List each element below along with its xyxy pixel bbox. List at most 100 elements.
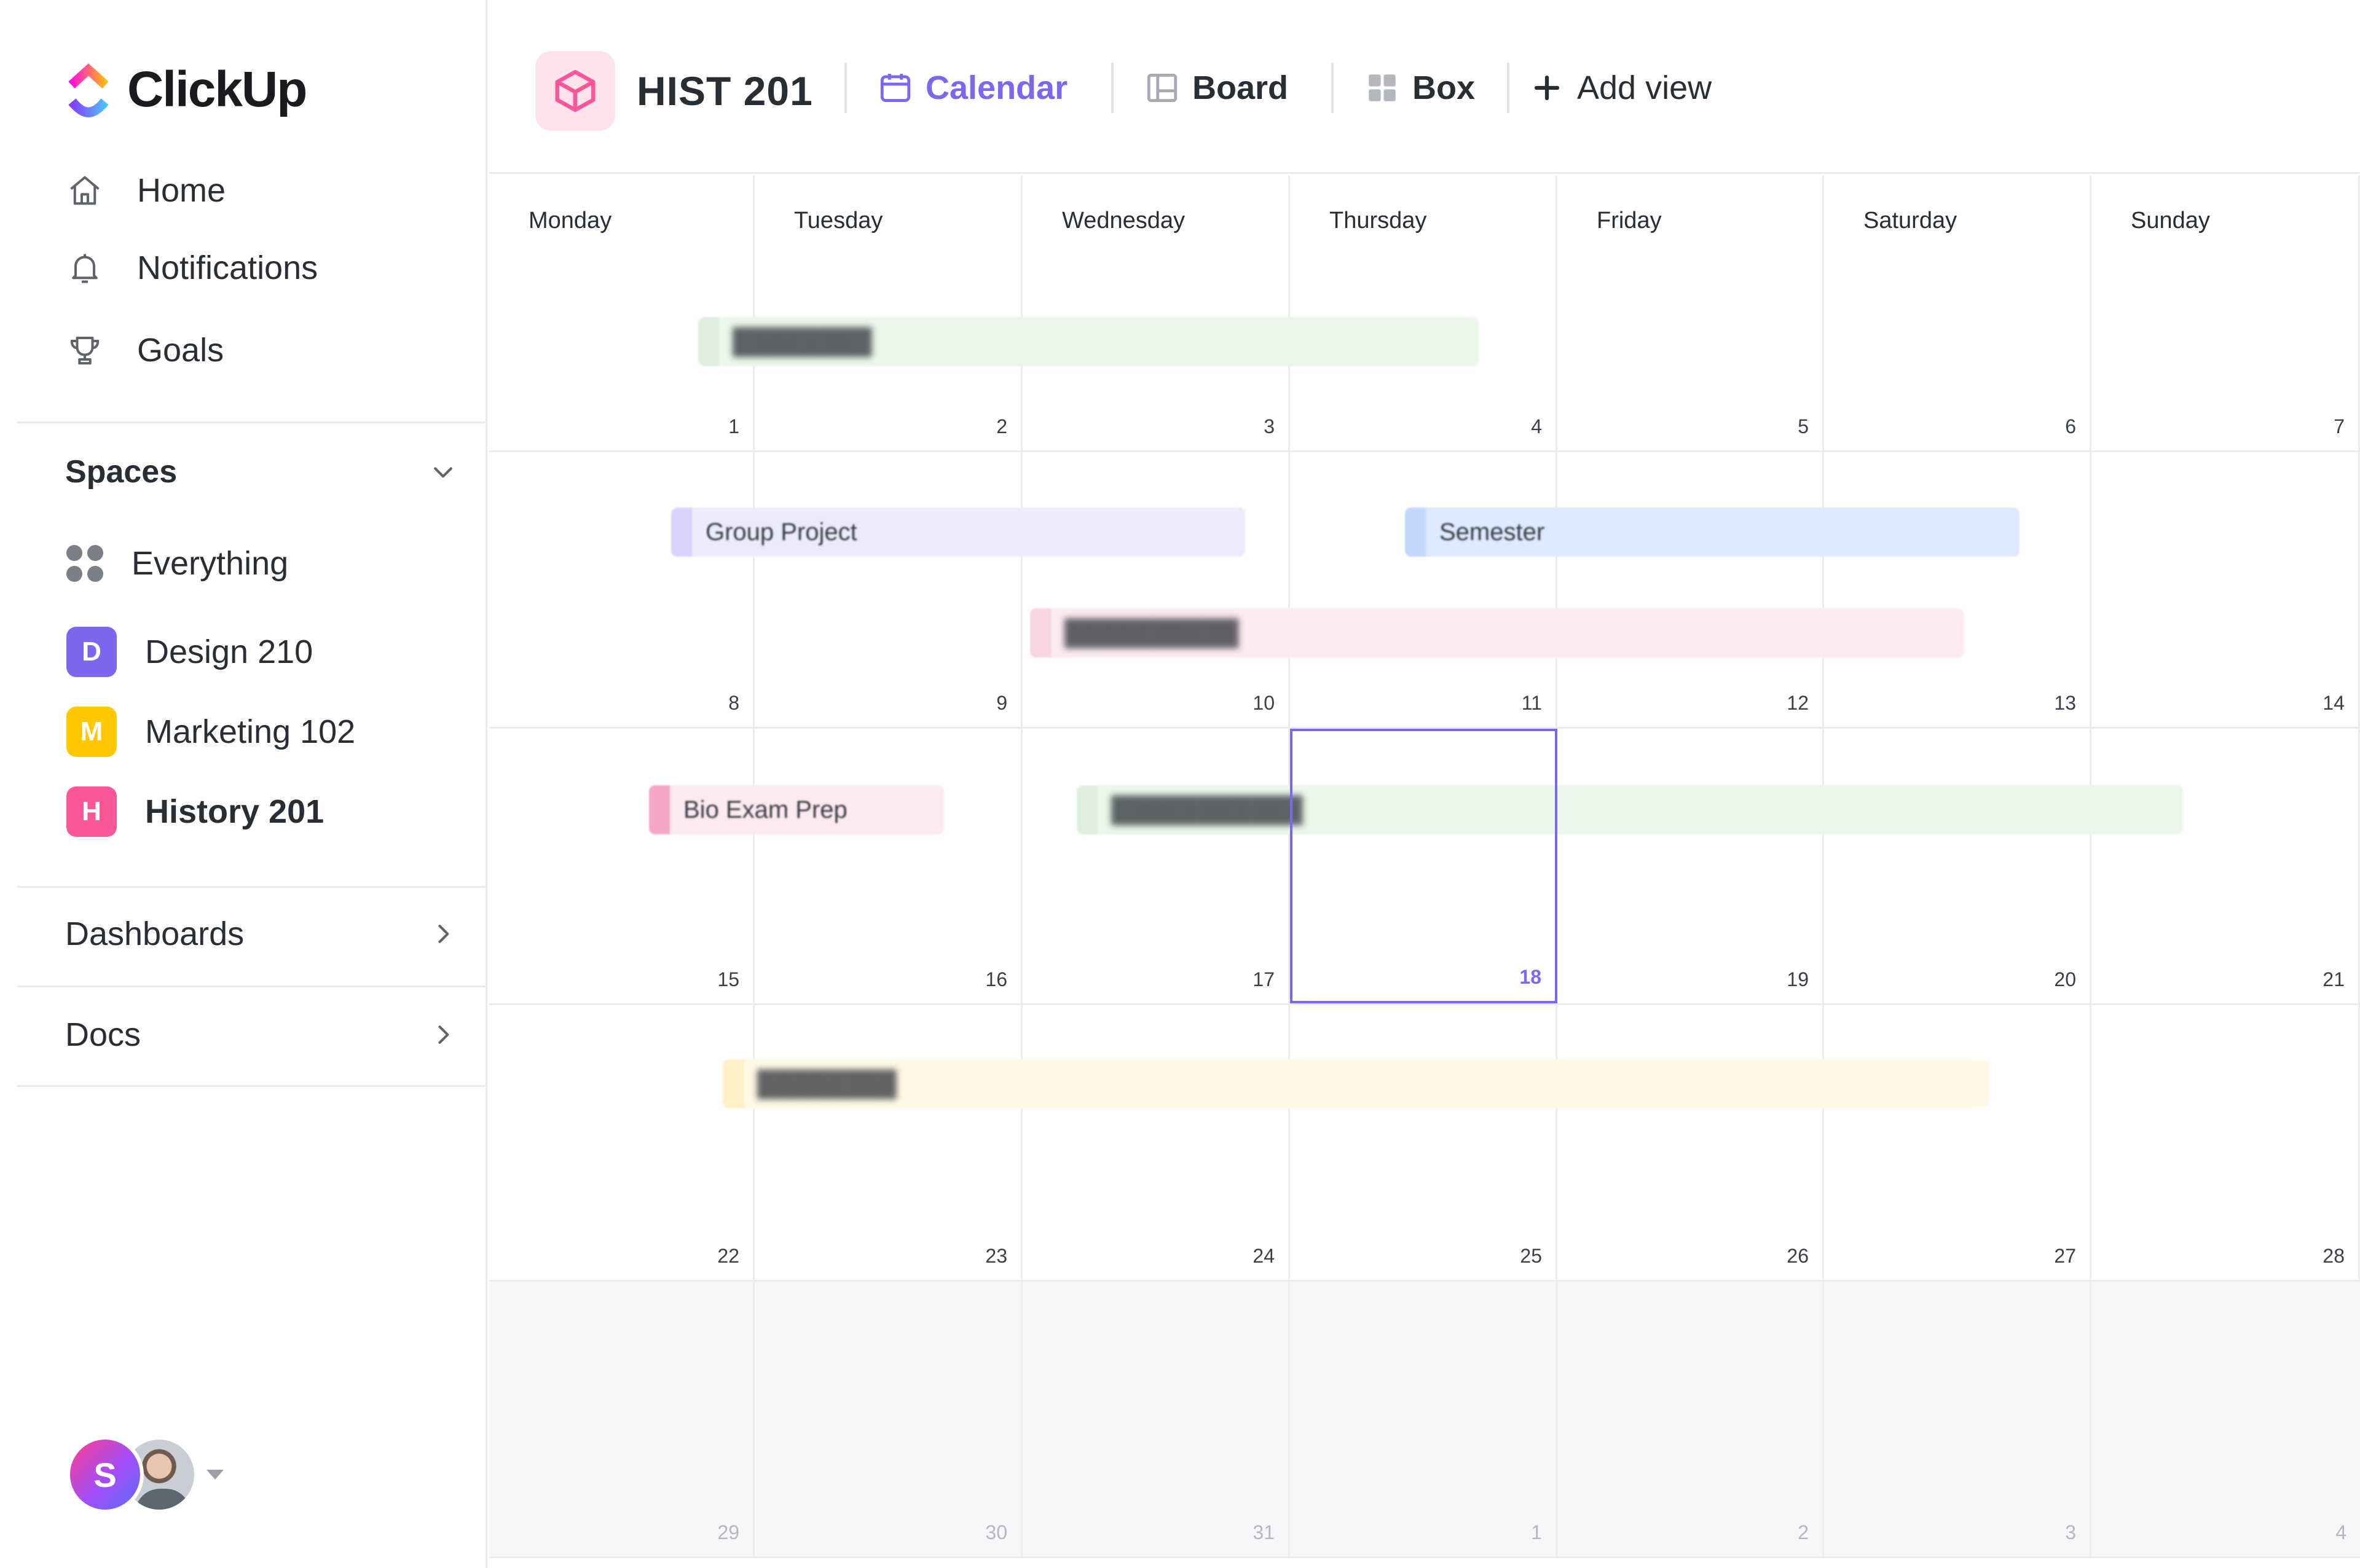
docs-header[interactable]: Docs <box>65 1010 458 1059</box>
day-number: 28 <box>2323 1245 2345 1267</box>
tab-separator <box>1331 63 1334 113</box>
calendar-day[interactable]: 25 <box>1290 1005 1557 1280</box>
dashboards-header[interactable]: Dashboards <box>65 909 458 958</box>
calendar-day[interactable]: Saturday 6 <box>1824 176 2091 450</box>
space-history-201[interactable]: H History 201 <box>66 785 324 838</box>
calendar-day[interactable]: 30 <box>755 1282 1023 1556</box>
calendar-day[interactable]: Wednesday 3 <box>1023 176 1290 450</box>
calendar-grid: Monday 1 Tuesday 2 Wednesday 3 Thursday 4 Fr… <box>489 176 2360 1568</box>
calendar-day[interactable]: Friday 5 <box>1557 176 1824 450</box>
event-color-stripe <box>723 1059 744 1108</box>
add-view-button[interactable]: Add view <box>1529 60 1712 116</box>
grid-dots-icon <box>66 545 103 582</box>
calendar-day[interactable]: Tuesday 2 <box>755 176 1023 450</box>
calendar-day[interactable]: Sunday 7 <box>2091 176 2360 450</box>
calendar-day[interactable]: 28 <box>2091 1005 2360 1280</box>
calendar-day[interactable]: 27 <box>1824 1005 2091 1280</box>
calendar-day[interactable]: 12 <box>1557 452 1824 727</box>
calendar-event[interactable]: ███████████ <box>1077 785 2183 834</box>
calendar-day[interactable]: Thursday 4 <box>1290 176 1557 450</box>
calendar-week-4: 22 23 24 25 26 27 28 ████████ <box>489 1005 2360 1282</box>
day-number: 18 <box>1519 966 1541 988</box>
calendar-day[interactable]: 24 <box>1023 1005 1290 1280</box>
event-label: ███████████ <box>1111 796 1303 823</box>
calendar-event[interactable]: ██████████ <box>1030 608 1964 657</box>
calendar-day[interactable]: 22 <box>489 1005 755 1280</box>
calendar-day[interactable]: 26 <box>1557 1005 1824 1280</box>
day-number: 25 <box>1520 1245 1542 1267</box>
calendar-day[interactable]: 20 <box>1824 729 2091 1003</box>
day-of-week: Wednesday <box>1062 208 1185 233</box>
calendar-day-today[interactable]: 18 <box>1290 729 1557 1003</box>
day-of-week: Saturday <box>1863 208 1957 233</box>
calendar-event[interactable]: Bio Exam Prep <box>649 785 944 834</box>
calendar-day[interactable]: 14 <box>2091 452 2360 727</box>
calendar-day[interactable]: 1 <box>1290 1282 1557 1556</box>
tab-box[interactable]: Box <box>1364 60 1475 116</box>
chevron-right-icon[interactable] <box>428 919 458 949</box>
day-number: 31 <box>1253 1521 1275 1543</box>
tab-calendar[interactable]: Calendar <box>878 60 1068 116</box>
calendar-week-1: Monday 1 Tuesday 2 Wednesday 3 Thursday 4 Fr… <box>489 176 2360 452</box>
calendar-day[interactable]: 3 <box>1824 1282 2091 1556</box>
space-marketing-102[interactable]: M Marketing 102 <box>66 705 355 758</box>
day-number: 3 <box>2065 1521 2076 1543</box>
calendar-day[interactable]: 10 <box>1023 452 1290 727</box>
user-avatars[interactable]: S <box>66 1435 224 1515</box>
calendar-day[interactable]: 4 <box>2091 1282 2360 1556</box>
nav-goals[interactable]: Goals <box>65 326 224 375</box>
spaces-title: Spaces <box>65 454 178 490</box>
day-number: 26 <box>1787 1245 1809 1267</box>
cube-icon <box>535 51 615 131</box>
chevron-down-icon[interactable] <box>428 457 458 487</box>
sidebar-divider <box>17 886 487 888</box>
day-of-week: Tuesday <box>794 208 883 233</box>
nav-notifications[interactable]: Notifications <box>65 243 318 292</box>
calendar-day[interactable]: Monday 1 <box>489 176 755 450</box>
calendar-event[interactable]: ████████ <box>723 1059 1989 1108</box>
nav-home[interactable]: Home <box>65 166 226 215</box>
day-number: 1 <box>728 415 739 437</box>
calendar-day[interactable]: 21 <box>2091 729 2360 1003</box>
day-number: 8 <box>728 692 739 714</box>
calendar-day[interactable]: 8 <box>489 452 755 727</box>
sidebar: ClickUp Home Notifications Goals Spaces … <box>0 0 487 1568</box>
calendar-day[interactable]: 9 <box>755 452 1023 727</box>
calendar-day[interactable]: 29 <box>489 1282 755 1556</box>
day-number: 4 <box>2335 1521 2346 1543</box>
home-icon <box>65 170 105 211</box>
day-number: 17 <box>1253 968 1275 990</box>
avatar[interactable]: S <box>66 1436 144 1513</box>
calendar-week-3: 15 16 17 18 19 20 21 Bio Exam Prep █████… <box>489 729 2360 1005</box>
day-number: 27 <box>2054 1245 2076 1267</box>
calendar-day[interactable]: 17 <box>1023 729 1290 1003</box>
calendar-day[interactable]: 15 <box>489 729 755 1003</box>
day-number: 11 <box>1521 692 1542 714</box>
space-badge-design: D <box>66 627 117 677</box>
calendar-day[interactable]: 23 <box>755 1005 1023 1280</box>
calendar-event[interactable]: Group Project <box>671 508 1245 557</box>
calendar-day[interactable]: 2 <box>1557 1282 1824 1556</box>
space-design-label: Design 210 <box>145 633 313 670</box>
calendar-day[interactable]: 11 <box>1290 452 1557 727</box>
calendar-day[interactable]: 31 <box>1023 1282 1290 1556</box>
tab-board[interactable]: Board <box>1144 60 1288 116</box>
day-number: 22 <box>717 1245 739 1267</box>
day-number: 19 <box>1787 968 1809 990</box>
calendar-icon <box>880 74 911 102</box>
calendar-day[interactable]: 13 <box>1824 452 2091 727</box>
calendar-event[interactable]: Semester <box>1405 508 2020 557</box>
space-design-210[interactable]: D Design 210 <box>66 625 313 678</box>
tab-calendar-label: Calendar <box>926 69 1068 106</box>
clickup-logo[interactable]: ClickUp <box>63 59 307 120</box>
caret-down-icon[interactable] <box>206 1470 224 1480</box>
day-number: 13 <box>2054 692 2076 714</box>
calendar-day[interactable]: 16 <box>755 729 1023 1003</box>
calendar-event[interactable]: ████████ <box>698 317 1479 366</box>
chevron-right-icon[interactable] <box>428 1019 458 1050</box>
spaces-header[interactable]: Spaces <box>65 447 458 496</box>
event-color-stripe <box>698 317 719 366</box>
space-everything[interactable]: Everything <box>66 537 288 590</box>
calendar-day[interactable]: 19 <box>1557 729 1824 1003</box>
event-label: ████████ <box>733 327 872 355</box>
